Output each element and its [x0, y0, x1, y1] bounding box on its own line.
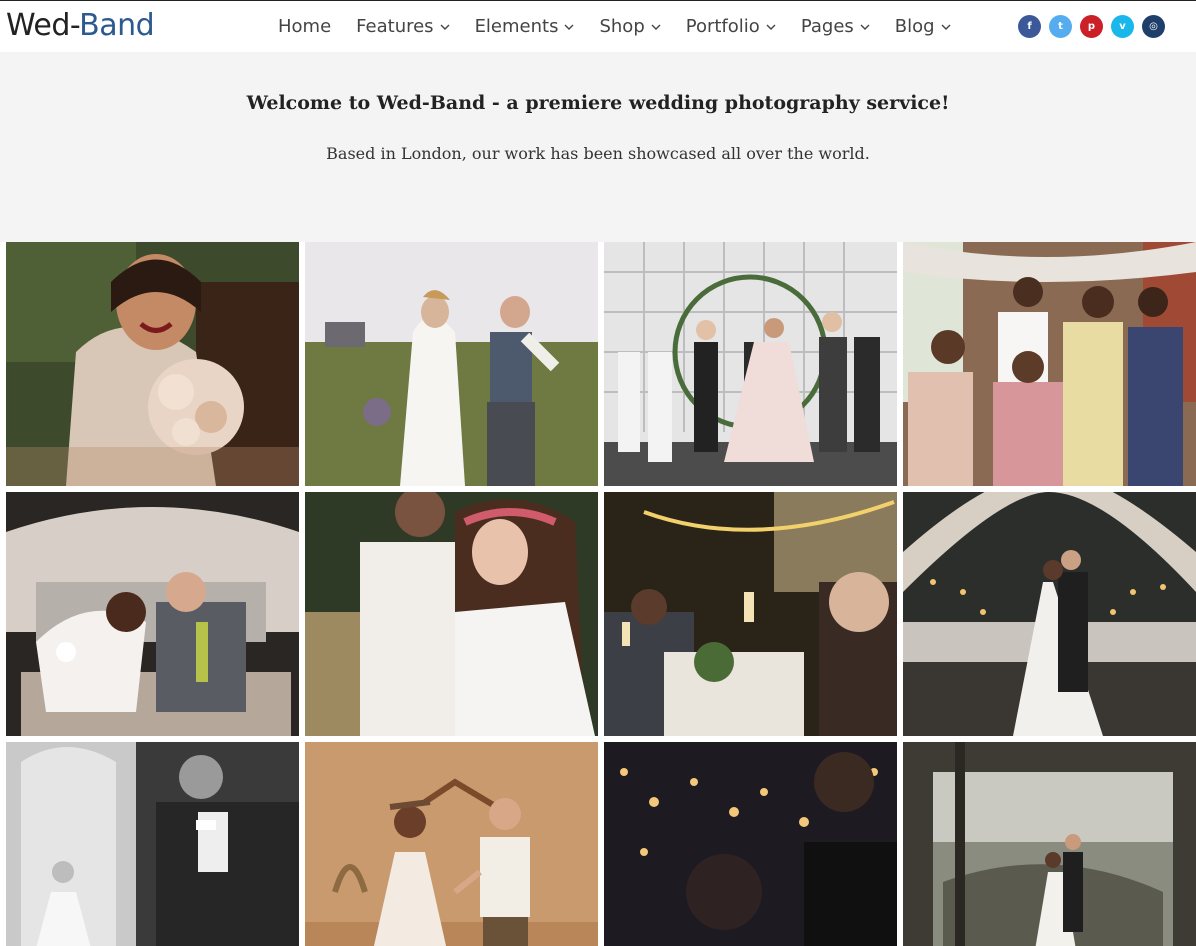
nav-item-label: Portfolio	[685, 16, 760, 37]
flower-crown-couple-photo[interactable]	[305, 492, 598, 736]
nav-item-label: Features	[356, 16, 434, 37]
nav-item-label: Shop	[599, 16, 645, 37]
window-view-couple-photo[interactable]	[903, 742, 1196, 946]
welcome-subtitle: Based in London, our work has been showc…	[326, 144, 870, 163]
nav-item-elements[interactable]: Elements	[475, 1, 575, 52]
site-logo[interactable]: Wed-Band	[6, 7, 155, 45]
ceremony-arch-photo[interactable]	[604, 242, 897, 486]
nav-item-home[interactable]: Home	[278, 1, 331, 52]
groom-bw-photo[interactable]	[6, 742, 299, 946]
main-menu: Home Features Elements Shop Portfolio Pa…	[278, 1, 976, 52]
chevron-down-icon	[651, 22, 661, 32]
chevron-down-icon	[860, 22, 870, 32]
couple-car-photo[interactable]	[6, 492, 299, 736]
photo-gallery	[6, 242, 1196, 946]
pinterest-icon[interactable]: p	[1080, 15, 1103, 38]
nav-item-shop[interactable]: Shop	[599, 1, 661, 52]
bride-bouquet-photo[interactable]	[6, 242, 299, 486]
canopy-lights-couple-photo[interactable]	[903, 492, 1196, 736]
couple-field-photo[interactable]	[305, 242, 598, 486]
logo-part-2: Band	[79, 8, 155, 43]
logo-part-1: Wed-	[6, 8, 80, 43]
nav-item-label: Pages	[800, 16, 854, 37]
social-links: f t p v ◎	[1018, 15, 1173, 38]
nav-item-blog[interactable]: Blog	[895, 1, 951, 52]
chevron-down-icon	[766, 22, 776, 32]
nav-item-features[interactable]: Features	[356, 1, 450, 52]
couple-dance-photo[interactable]	[305, 742, 598, 946]
nav-item-label: Home	[278, 16, 332, 37]
site-header: Wed-Band Home Features Elements Shop Por…	[0, 1, 1196, 52]
welcome-title: Welcome to Wed-Band - a premiere wedding…	[246, 92, 950, 114]
chevron-down-icon	[941, 22, 951, 32]
nav-item-label: Blog	[894, 16, 935, 37]
chevron-down-icon	[440, 22, 450, 32]
nav-item-label: Elements	[474, 16, 559, 37]
evening-lights-photo[interactable]	[604, 742, 897, 946]
nav-item-portfolio[interactable]: Portfolio	[686, 1, 776, 52]
twitter-icon[interactable]: t	[1049, 15, 1072, 38]
welcome-section: Welcome to Wed-Band - a premiere wedding…	[0, 52, 1196, 242]
vimeo-icon[interactable]: v	[1111, 15, 1134, 38]
bridesmaids-photo[interactable]	[903, 242, 1196, 486]
chevron-down-icon	[564, 22, 574, 32]
reception-toast-photo[interactable]	[604, 492, 897, 736]
facebook-icon[interactable]: f	[1018, 15, 1041, 38]
instagram-icon[interactable]: ◎	[1142, 15, 1165, 38]
nav-item-pages[interactable]: Pages	[801, 1, 870, 52]
